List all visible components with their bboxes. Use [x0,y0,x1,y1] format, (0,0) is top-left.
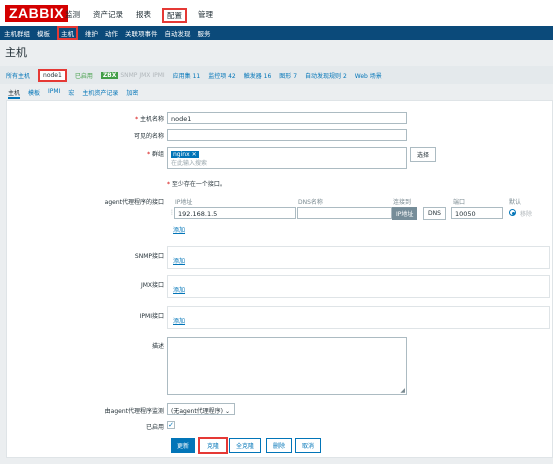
delete-button[interactable]: 删除 [266,438,293,453]
col-port: 端口 [453,199,466,206]
host-status[interactable]: 已启用 [75,71,93,80]
visible-name-label: 可见的名称 [133,133,164,140]
all-hosts-link[interactable]: 所有主机 [6,71,30,80]
col-default: 默认 [509,199,522,206]
sub-menu: 主机群组 模板 主机 维护 动作 关联项事件 自动发现 服务 [0,26,553,40]
ipmi-availability-badge: IPMI [152,71,165,79]
ipmi-interfaces-label: IPMI接口 [139,313,164,320]
page-title: 主机 [5,47,27,59]
clone-button[interactable]: 克隆 [198,437,229,454]
sub-menu-services[interactable]: 服务 [198,28,211,38]
ipmi-interfaces-section [167,306,550,329]
remove-interface-link[interactable]: 移除 [520,209,532,218]
host-breadcrumb: 所有主机 node1 已启用 ZBX SNMP JMX IPMI 应用集 11 … [0,66,553,84]
visible-name-input[interactable] [167,129,407,141]
tab-inventory[interactable]: 主机资产记录 [82,88,118,100]
sub-menu-host-groups[interactable]: 主机群组 [4,28,30,38]
tab-templates[interactable]: 模板 [28,88,40,100]
proxy-select[interactable]: (无agent代理程序) ⌄ [167,403,235,415]
select-groups-button[interactable]: 选择 [410,147,437,162]
current-host: node1 [38,68,67,82]
host-form: * 主机名称 node1 可见的名称 * 群组 nginx ✕ 在此输入搜索 选… [6,100,553,458]
col-connect: 连接到 [393,199,412,206]
cancel-button[interactable]: 取消 [295,438,322,453]
default-interface-radio[interactable] [509,209,516,216]
add-snmp-interface-link[interactable]: 添加 [173,256,185,265]
sub-menu-hosts[interactable]: 主机 [57,26,78,40]
triggers-link[interactable]: 触发器 16 [244,71,272,80]
sub-menu-discovery[interactable]: 自动发现 [165,28,191,38]
snmp-interfaces-section [167,246,550,269]
agent-interfaces-label: agent代理程序的接口 [104,199,164,206]
connect-ip-toggle[interactable]: IP地址 [392,207,418,220]
agent-dns-input[interactable] [297,207,392,219]
graphs-link[interactable]: 图形 7 [279,71,297,80]
remove-tag-icon[interactable]: ✕ [192,151,197,158]
top-menu-monitoring[interactable]: 监测 [63,8,82,23]
hostname-input[interactable]: node1 [167,112,407,124]
agent-ip-input[interactable]: 192.168.1.5 [174,207,296,219]
web-scenarios-link[interactable]: Web 场景 [355,71,382,80]
col-dns: DNS名称 [298,199,323,206]
sub-menu-templates[interactable]: 模板 [37,28,50,38]
discovery-rules-link[interactable]: 自动发现规则 2 [305,71,347,80]
items-link[interactable]: 监控项 42 [208,71,236,80]
connect-dns-toggle[interactable]: DNS [423,207,446,220]
add-ipmi-interface-link[interactable]: 添加 [173,316,185,325]
interface-required-note: * 至少存在一个接口。 [167,181,226,188]
jmx-availability-badge: JMX [139,71,151,79]
monitored-by-label: 由agent代理程序监测 [104,408,164,415]
groups-label: * 群组 [147,151,164,158]
sub-menu-maintenance[interactable]: 维护 [85,28,98,38]
top-menu-reports[interactable]: 报表 [134,8,153,23]
update-button[interactable]: 更新 [171,438,196,453]
full-clone-button[interactable]: 全克隆 [229,438,262,453]
add-jmx-interface-link[interactable]: 添加 [173,285,185,294]
sub-menu-actions[interactable]: 动作 [105,28,118,38]
groups-search-placeholder: 在此输入搜索 [171,160,208,167]
top-menu-configuration[interactable]: 配置 [162,8,187,23]
zabbix-logo[interactable]: ZABBIX [5,5,69,22]
form-tabs: 主机 模板 IPMI 宏 主机资产记录 加密 [0,88,553,100]
resize-handle-icon[interactable]: ◢ [400,387,405,394]
tab-encryption[interactable]: 加密 [126,88,138,100]
jmx-interfaces-section [167,275,550,298]
tab-host[interactable]: 主机 [8,88,21,99]
jmx-interfaces-label: JMX接口 [140,282,164,289]
top-menu-inventory[interactable]: 资产记录 [91,8,125,23]
tab-ipmi[interactable]: IPMI [48,88,60,100]
enabled-label: 已启用 [145,424,164,431]
top-menu-administration[interactable]: 管理 [196,8,215,23]
applications-link[interactable]: 应用集 11 [173,71,201,80]
top-bar: ZABBIX 监测 资产记录 报表 配置 管理 [0,0,553,26]
chevron-down-icon: ⌄ [224,408,230,415]
snmp-availability-badge: SNMP [120,71,138,79]
top-menu: 监测 资产记录 报表 配置 管理 [63,8,215,23]
add-agent-interface-link[interactable]: 添加 [173,225,185,234]
hostname-label: * 主机名称 [135,116,164,123]
group-tag-nginx: nginx ✕ [171,151,199,158]
col-ip: IP地址 [175,199,193,206]
snmp-interfaces-label: SNMP接口 [134,253,164,260]
description-textarea[interactable]: ◢ [167,337,407,395]
description-label: 描述 [151,343,164,350]
zbx-availability-badge: ZBX [100,71,119,79]
enabled-checkbox[interactable]: ✓ [167,421,175,429]
groups-multiselect[interactable]: nginx ✕ 在此输入搜索 [167,147,407,169]
agent-port-input[interactable]: 10050 [451,207,503,219]
sub-menu-correlation[interactable]: 关联项事件 [125,28,158,38]
tab-macros[interactable]: 宏 [68,88,74,100]
